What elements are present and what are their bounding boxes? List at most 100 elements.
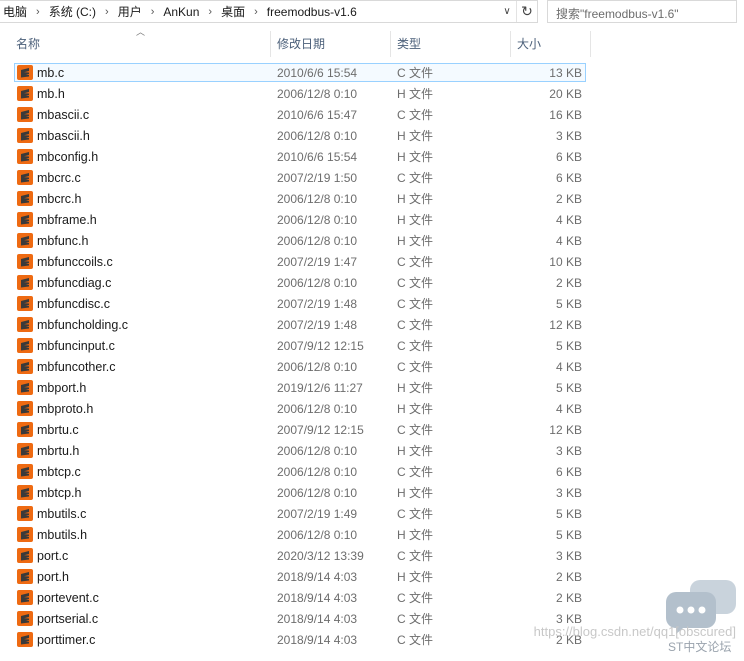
file-type: H 文件 xyxy=(397,87,434,101)
file-size: 3 KB xyxy=(555,129,582,143)
file-row[interactable]: mbport.h 2019/12/6 11:27 H 文件 5 KB xyxy=(0,378,600,399)
file-name: portevent.c xyxy=(37,591,99,605)
breadcrumb-desktop[interactable]: 桌面 xyxy=(218,3,248,20)
sublime-text-icon xyxy=(17,65,33,80)
file-row[interactable]: mbfunccoils.c 2007/2/19 1:47 C 文件 10 KB xyxy=(0,252,600,273)
file-size: 2 KB xyxy=(555,276,582,290)
file-name: mbrtu.h xyxy=(37,444,80,458)
file-row[interactable]: mbproto.h 2006/12/8 0:10 H 文件 4 KB xyxy=(0,399,600,420)
file-type: C 文件 xyxy=(397,339,434,353)
file-type: H 文件 xyxy=(397,213,434,227)
file-name: mbutils.c xyxy=(37,507,87,521)
sublime-text-icon xyxy=(17,422,33,437)
file-type: C 文件 xyxy=(397,255,434,269)
file-type: C 文件 xyxy=(397,297,434,311)
file-type: C 文件 xyxy=(397,612,434,626)
file-size: 5 KB xyxy=(555,339,582,353)
file-date: 2018/9/14 4:03 xyxy=(277,591,358,605)
file-size: 4 KB xyxy=(555,213,582,227)
sublime-text-icon xyxy=(17,569,33,584)
file-row[interactable]: mbfunc.h 2006/12/8 0:10 H 文件 4 KB xyxy=(0,231,600,252)
sublime-text-icon xyxy=(17,170,33,185)
search-input[interactable]: 搜索"freemodbus-v1.6" xyxy=(547,0,737,23)
column-name[interactable]: 名称 xyxy=(0,31,271,57)
sublime-text-icon xyxy=(17,506,33,521)
file-row[interactable]: mbutils.h 2006/12/8 0:10 H 文件 5 KB xyxy=(0,525,600,546)
file-name: mbascii.h xyxy=(37,129,90,143)
file-row[interactable]: portserial.c 2018/9/14 4:03 C 文件 3 KB xyxy=(0,609,600,630)
file-row[interactable]: port.c 2020/3/12 13:39 C 文件 3 KB xyxy=(0,546,600,567)
file-type: C 文件 xyxy=(397,507,434,521)
file-row[interactable]: mbfuncdisc.c 2007/2/19 1:48 C 文件 5 KB xyxy=(0,294,600,315)
file-row[interactable]: mbtcp.h 2006/12/8 0:10 H 文件 3 KB xyxy=(0,483,600,504)
file-type: H 文件 xyxy=(397,192,434,206)
file-name: mbfuncdisc.c xyxy=(37,297,110,311)
file-type: H 文件 xyxy=(397,486,434,500)
file-type: H 文件 xyxy=(397,381,434,395)
file-name: mbfuncdiag.c xyxy=(37,276,112,290)
file-row[interactable]: mbfuncinput.c 2007/9/12 12:15 C 文件 5 KB xyxy=(0,336,600,357)
sublime-text-icon xyxy=(17,485,33,500)
file-name: mbcrc.h xyxy=(37,192,82,206)
sublime-text-icon xyxy=(17,338,33,353)
file-row[interactable]: mbfuncdiag.c 2006/12/8 0:10 C 文件 2 KB xyxy=(0,273,600,294)
file-type: C 文件 xyxy=(397,66,434,80)
chevron-right-icon[interactable]: › xyxy=(248,6,264,18)
file-row[interactable]: mbcrc.h 2006/12/8 0:10 H 文件 2 KB xyxy=(0,189,600,210)
sublime-text-icon xyxy=(17,296,33,311)
file-size: 3 KB xyxy=(555,549,582,563)
chevron-right-icon[interactable]: › xyxy=(145,6,161,18)
column-date[interactable]: 修改日期 xyxy=(271,31,391,57)
file-row[interactable]: mbtcp.c 2006/12/8 0:10 C 文件 6 KB xyxy=(0,462,600,483)
file-size: 5 KB xyxy=(555,297,582,311)
column-size[interactable]: 大小 xyxy=(511,31,591,57)
file-size: 4 KB xyxy=(555,360,582,374)
file-row[interactable]: mbfuncother.c 2006/12/8 0:10 C 文件 4 KB xyxy=(0,357,600,378)
breadcrumb-users[interactable]: 用户 xyxy=(115,3,145,20)
sublime-text-icon xyxy=(17,149,33,164)
file-size: 6 KB xyxy=(555,465,582,479)
file-name: mbfuncinput.c xyxy=(37,339,115,353)
file-date: 2020/3/12 13:39 xyxy=(277,549,364,563)
column-type[interactable]: 类型 xyxy=(391,31,511,57)
chevron-right-icon[interactable]: › xyxy=(30,6,46,18)
file-name: mbproto.h xyxy=(37,402,94,416)
file-row[interactable]: portevent.c 2018/9/14 4:03 C 文件 2 KB xyxy=(0,588,600,609)
file-row[interactable]: mbrtu.h 2006/12/8 0:10 H 文件 3 KB xyxy=(0,441,600,462)
breadcrumb-user[interactable]: AnKun xyxy=(160,5,202,19)
sublime-text-icon xyxy=(17,86,33,101)
file-name: mbutils.h xyxy=(37,528,88,542)
file-row[interactable]: mbframe.h 2006/12/8 0:10 H 文件 4 KB xyxy=(0,210,600,231)
file-date: 2007/9/12 12:15 xyxy=(277,423,364,437)
file-row[interactable]: mbrtu.c 2007/9/12 12:15 C 文件 12 KB xyxy=(0,420,600,441)
file-date: 2006/12/8 0:10 xyxy=(277,528,358,542)
refresh-icon[interactable]: ↻ xyxy=(516,1,537,22)
sublime-text-icon xyxy=(17,611,33,626)
file-row[interactable]: port.h 2018/9/14 4:03 H 文件 2 KB xyxy=(0,567,600,588)
file-row[interactable]: mbcrc.c 2007/2/19 1:50 C 文件 6 KB xyxy=(0,168,600,189)
file-row[interactable]: mbascii.c 2010/6/6 15:47 C 文件 16 KB xyxy=(0,105,600,126)
chevron-down-icon[interactable]: ∨ xyxy=(498,6,516,17)
chevron-right-icon[interactable]: › xyxy=(202,6,218,18)
breadcrumb-drive[interactable]: 系统 (C:) xyxy=(46,3,99,20)
file-row[interactable]: mb.h 2006/12/8 0:10 H 文件 20 KB xyxy=(0,84,600,105)
file-size: 4 KB xyxy=(555,234,582,248)
file-row[interactable]: mbutils.c 2007/2/19 1:49 C 文件 5 KB xyxy=(0,504,600,525)
file-type: C 文件 xyxy=(397,591,434,605)
file-row[interactable]: mbascii.h 2006/12/8 0:10 H 文件 3 KB xyxy=(0,126,600,147)
breadcrumb-pc[interactable]: 电脑 xyxy=(0,3,30,20)
file-date: 2018/9/14 4:03 xyxy=(277,612,358,626)
file-type: C 文件 xyxy=(397,549,434,563)
file-row[interactable]: porttimer.c 2018/9/14 4:03 C 文件 2 KB xyxy=(0,630,600,651)
sublime-text-icon xyxy=(17,401,33,416)
file-size: 20 KB xyxy=(549,87,582,101)
address-bar[interactable]: 电脑 › 系统 (C:) › 用户 › AnKun › 桌面 › freemod… xyxy=(0,0,538,23)
breadcrumb-folder[interactable]: freemodbus-v1.6 xyxy=(264,5,360,19)
file-row[interactable]: mb.c 2010/6/6 15:54 C 文件 13 KB xyxy=(0,63,600,84)
chevron-right-icon[interactable]: › xyxy=(99,6,115,18)
sublime-text-icon xyxy=(17,317,33,332)
file-row[interactable]: mbfuncholding.c 2007/2/19 1:48 C 文件 12 KB xyxy=(0,315,600,336)
file-row[interactable]: mbconfig.h 2010/6/6 15:54 H 文件 6 KB xyxy=(0,147,600,168)
file-name: mbconfig.h xyxy=(37,150,99,164)
file-size: 12 KB xyxy=(549,318,582,332)
